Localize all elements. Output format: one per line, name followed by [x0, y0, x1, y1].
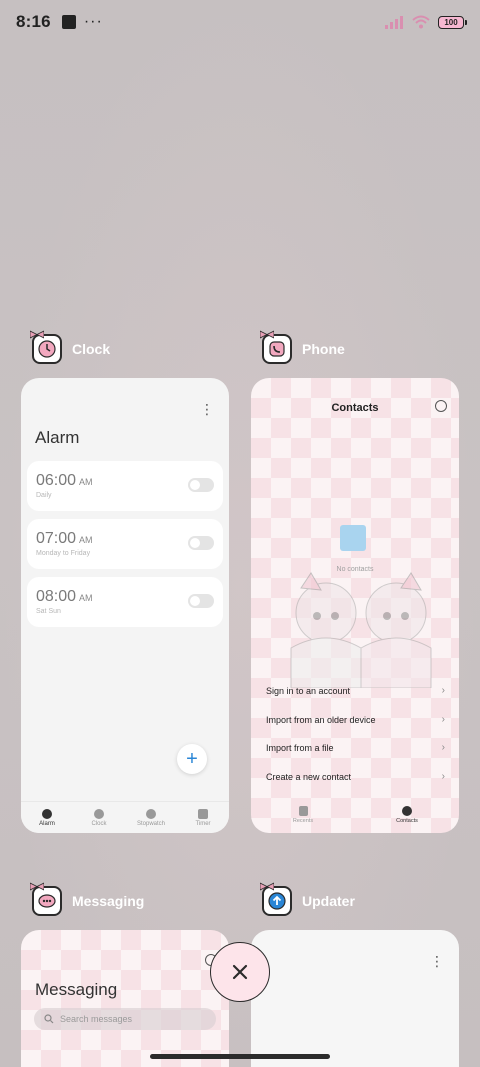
bow-icon: [260, 882, 274, 891]
action-label: Import from a file: [266, 743, 334, 753]
clock-icon: [94, 808, 104, 819]
alarm-ampm: AM: [79, 535, 93, 545]
nav-label: Contacts: [396, 818, 418, 824]
clock-card[interactable]: ⋮ Alarm 06:00 AM Daily 07:00 AM Monday to …: [21, 378, 229, 833]
alarm-row[interactable]: 07:00 AM Monday to Friday: [27, 519, 223, 569]
nav-label: Stopwatch: [136, 820, 166, 827]
nav-contacts[interactable]: Contacts: [382, 797, 432, 833]
clock-more-icon[interactable]: ⋮: [200, 402, 214, 416]
phone-app-name: Phone: [302, 341, 345, 357]
clock-app-name: Clock: [72, 341, 111, 357]
search-placeholder: Search messages: [60, 1014, 133, 1024]
bow-icon: [30, 330, 44, 339]
anime-illustration: [290, 572, 432, 688]
home-indicator[interactable]: [150, 1054, 330, 1059]
alarm-ampm: AM: [79, 593, 93, 603]
chevron-right-icon: ›: [441, 685, 445, 696]
action-label: Sign in to an account: [266, 686, 351, 696]
nav-label: Timer: [195, 820, 211, 827]
battery-icon: 100: [438, 15, 467, 29]
messaging-card-header[interactable]: Messaging: [30, 882, 145, 916]
phone-app-icon: [260, 330, 292, 364]
nav-recents[interactable]: Recents: [278, 797, 328, 833]
phone-bottom-nav: Recents Contacts: [251, 797, 459, 833]
import-older-device-option[interactable]: Import from an older device: [266, 715, 446, 725]
messaging-app-name: Messaging: [72, 893, 145, 909]
messaging-app-icon: [30, 882, 62, 916]
status-bar: 8:16 ··· 100: [0, 0, 480, 44]
alarm-repeat: Sat Sun: [36, 608, 61, 615]
notification-square-icon: [61, 15, 76, 29]
contacts-title: Contacts: [331, 402, 379, 414]
chevron-right-icon: ›: [441, 742, 445, 753]
stopwatch-icon: [146, 808, 156, 819]
phone-card[interactable]: Contacts No contacts Sign in to an accou…: [251, 378, 459, 833]
updater-app-icon: [260, 882, 292, 916]
chevron-right-icon: ›: [441, 714, 445, 725]
updater-card[interactable]: ⋮: [251, 930, 459, 1067]
alarm-row[interactable]: 06:00 AM Daily: [27, 461, 223, 511]
clock-card-header[interactable]: Clock: [30, 330, 111, 364]
wifi-icon: [412, 15, 430, 29]
alarm-repeat: Monday to Friday: [36, 550, 91, 557]
person-icon: [402, 806, 412, 816]
clock-app-icon: [30, 330, 62, 364]
add-alarm-button[interactable]: +: [177, 744, 207, 774]
updater-more-icon[interactable]: ⋮: [430, 954, 444, 968]
action-label: Create a new contact: [266, 772, 352, 782]
alarm-ampm: AM: [79, 477, 93, 487]
hourglass-icon: [198, 808, 208, 819]
phone-call-icon: [298, 806, 308, 816]
alarm-toggle[interactable]: [188, 536, 214, 550]
messaging-card[interactable]: Messaging Search messages: [21, 930, 229, 1067]
alarm-row[interactable]: 08:00 AM Sat Sun: [27, 577, 223, 627]
nav-label: Recents: [292, 818, 314, 824]
nav-timer[interactable]: Timer: [178, 802, 228, 833]
clock-bottom-nav: Alarm Clock Stopwatch Timer: [21, 801, 229, 833]
alarm-icon: [42, 808, 52, 819]
alarm-time: 08:00: [36, 588, 77, 605]
messaging-title: Messaging: [35, 980, 118, 999]
alarm-time: 06:00: [36, 472, 77, 489]
nav-label: Clock: [91, 820, 107, 827]
updater-card-header[interactable]: Updater: [260, 882, 355, 916]
alarm-toggle[interactable]: [188, 478, 214, 492]
bow-icon: [30, 882, 44, 891]
search-icon: [44, 1014, 54, 1024]
action-label: Import from an older device: [266, 715, 376, 725]
nav-stopwatch[interactable]: Stopwatch: [126, 802, 176, 833]
settings-gear-icon[interactable]: [435, 400, 447, 412]
search-messages-input[interactable]: Search messages: [34, 1008, 216, 1030]
more-notifications-icon: ···: [83, 13, 103, 30]
battery-level: 100: [444, 17, 458, 27]
contact-placeholder-icon: [340, 525, 366, 551]
alarm-repeat: Daily: [36, 492, 52, 499]
alarm-title: Alarm: [35, 428, 80, 447]
alarm-time: 07:00: [36, 530, 77, 547]
nav-label: Alarm: [39, 820, 55, 827]
status-time: 8:16: [16, 12, 51, 31]
nav-alarm[interactable]: Alarm: [22, 802, 72, 833]
close-icon: [232, 964, 248, 980]
phone-card-header[interactable]: Phone: [260, 330, 345, 364]
sign-in-account-option[interactable]: Sign in to an account: [266, 686, 446, 696]
chevron-right-icon: ›: [441, 771, 445, 782]
signal-icon: [385, 16, 403, 29]
create-contact-option[interactable]: Create a new contact: [266, 772, 446, 782]
bow-icon: [260, 330, 274, 339]
close-all-button[interactable]: [210, 942, 270, 1002]
updater-app-name: Updater: [302, 893, 355, 909]
nav-clock[interactable]: Clock: [74, 802, 124, 833]
alarm-toggle[interactable]: [188, 594, 214, 608]
import-file-option[interactable]: Import from a file: [266, 743, 446, 753]
